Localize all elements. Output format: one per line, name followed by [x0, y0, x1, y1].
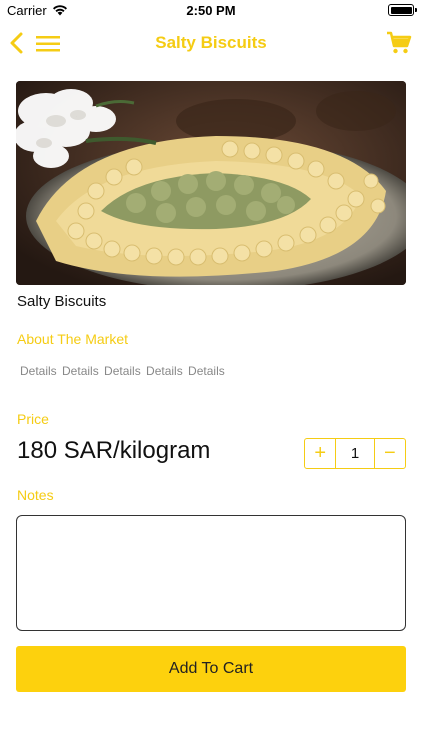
battery-icon: [388, 4, 417, 16]
back-button[interactable]: [6, 30, 28, 56]
product-details: Details Details Details Details Details: [20, 364, 225, 378]
about-market-label: About The Market: [17, 331, 129, 347]
status-time: 2:50 PM: [186, 3, 236, 18]
menu-button[interactable]: [36, 34, 60, 54]
notes-label: Notes: [17, 487, 54, 503]
biscuit-platter-illustration: [16, 81, 406, 285]
minus-icon: −: [383, 442, 396, 464]
cart-icon: [387, 31, 412, 54]
status-bar: Carrier 2:50 PM: [0, 0, 422, 22]
hamburger-menu-icon: [36, 36, 60, 52]
chevron-left-icon: [10, 32, 23, 54]
price-value: 180 SAR/kilogram: [17, 437, 211, 464]
decrement-button[interactable]: −: [375, 439, 405, 468]
increment-button[interactable]: +: [305, 439, 335, 468]
cart-button[interactable]: [386, 30, 412, 56]
notes-field[interactable]: [16, 515, 406, 631]
plus-icon: +: [314, 442, 327, 464]
quantity-stepper: + 1 −: [304, 438, 406, 469]
page-title: Salty Biscuits: [155, 33, 267, 52]
price-label: Price: [17, 411, 49, 427]
quantity-value: 1: [335, 439, 375, 468]
navigation-bar: Salty Biscuits: [0, 22, 422, 66]
add-to-cart-button[interactable]: Add To Cart: [16, 646, 406, 692]
product-image: [16, 81, 406, 285]
product-name: Salty Biscuits: [17, 293, 107, 310]
